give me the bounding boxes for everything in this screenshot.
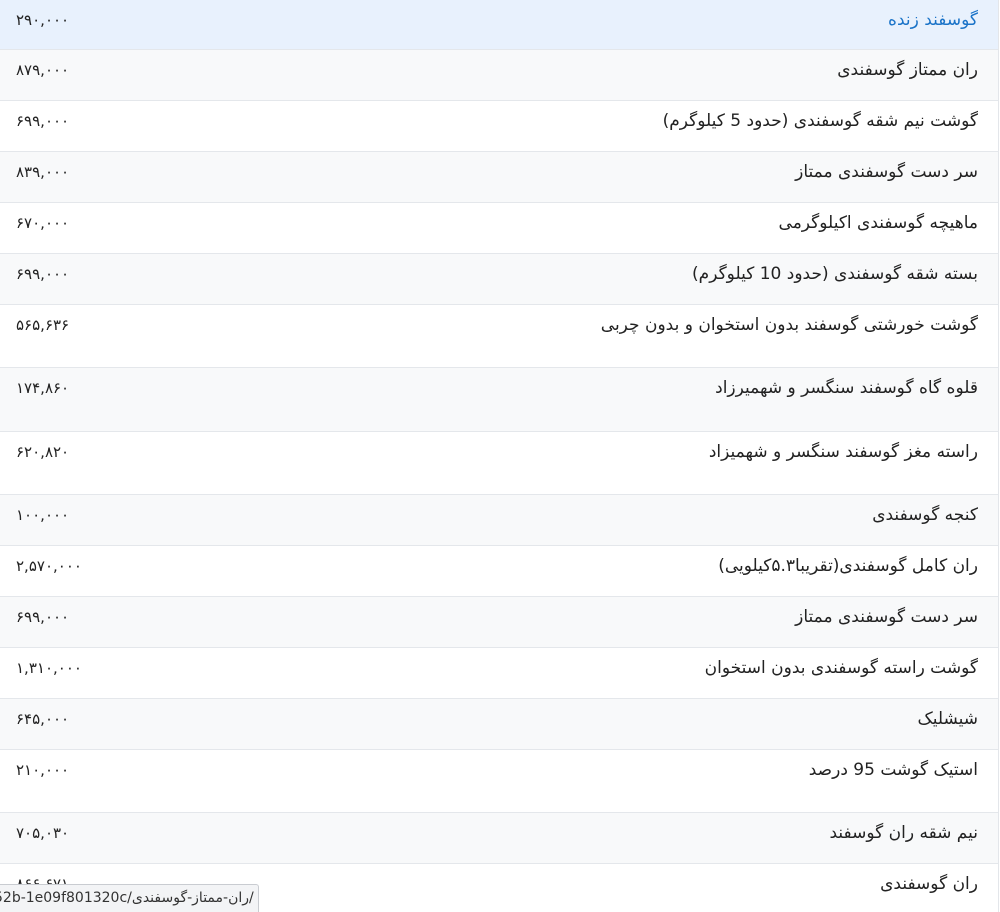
product-name: کنجه گوسفندی [872, 505, 978, 525]
product-price: ۶۹۹,۰۰۰ [16, 265, 70, 283]
product-price: ۶۴۵,۰۰۰ [16, 710, 70, 728]
table-row: ران کامل گوسفندی(تقریبا۵.۳کیلویی) ۲,۵۷۰,… [0, 546, 998, 597]
table-row: قلوه گاه گوسفند سنگسر و شهمیرزاد ۱۷۴,۸۶۰ [0, 368, 998, 432]
table-row: استیک گوشت 95 درصد ۲۱۰,۰۰۰ [0, 750, 998, 813]
product-price: ۲۱۰,۰۰۰ [16, 761, 70, 779]
product-name: گوشت نیم شقه گوسفندی (حدود 5 کیلوگرم) [662, 111, 978, 131]
product-name: ران کامل گوسفندی(تقریبا۵.۳کیلویی) [718, 556, 978, 576]
product-name: شیشلیک [917, 709, 978, 729]
table-row: سر دست گوسفندی ممتاز ۸۳۹,۰۰۰ [0, 152, 998, 203]
product-name: گوشت راسته گوسفندی بدون استخوان [704, 658, 978, 678]
product-name: بسته شقه گوسفندی (حدود 10 کیلوگرم) [692, 264, 978, 284]
product-price: ۷۰۵,۰۳۰ [16, 824, 70, 842]
table-row[interactable]: گوسفند زنده ۲۹۰,۰۰۰ [0, 0, 998, 50]
product-price: ۶۹۹,۰۰۰ [16, 112, 70, 130]
product-price: ۲,۵۷۰,۰۰۰ [16, 557, 82, 575]
product-name: ماهیچه گوسفندی اکیلوگرمی [778, 213, 978, 233]
table-row: گوشت نیم شقه گوسفندی (حدود 5 کیلوگرم) ۶۹… [0, 101, 998, 152]
status-url: 52b-1e09f801320c/ران-ممتاز-گوسفندی/ [0, 890, 254, 906]
product-name: گوشت خورشتی گوسفند بدون استخوان و بدون چ… [600, 315, 978, 335]
product-name: سر دست گوسفندی ممتاز [795, 162, 978, 182]
product-name: نیم شقه ران گوسفند [829, 823, 978, 843]
table-row: راسته مغز گوسفند سنگسر و شهمیزاد ۶۲۰,۸۲۰ [0, 432, 998, 495]
product-price: ۵۶۵,۶۳۶ [16, 316, 70, 334]
product-name-link[interactable]: گوسفند زنده [888, 10, 978, 30]
table-row: شیشلیک ۶۴۵,۰۰۰ [0, 699, 998, 750]
product-price: ۲۹۰,۰۰۰ [16, 11, 70, 29]
product-name: استیک گوشت 95 درصد [808, 760, 978, 780]
browser-status-bar: 52b-1e09f801320c/ران-ممتاز-گوسفندی/ [0, 884, 259, 912]
product-price: ۱۷۴,۸۶۰ [16, 379, 70, 397]
table-row: نیم شقه ران گوسفند ۷۰۵,۰۳۰ [0, 813, 998, 864]
table-row: گوشت خورشتی گوسفند بدون استخوان و بدون چ… [0, 305, 998, 368]
product-price: ۶۹۹,۰۰۰ [16, 608, 70, 626]
product-name: ران گوسفندی [880, 874, 978, 894]
product-price: ۶۲۰,۸۲۰ [16, 443, 70, 461]
table-row: گوشت راسته گوسفندی بدون استخوان ۱,۳۱۰,۰۰… [0, 648, 998, 699]
product-price: ۱,۳۱۰,۰۰۰ [16, 659, 82, 677]
product-price: ۸۳۹,۰۰۰ [16, 163, 70, 181]
table-row: بسته شقه گوسفندی (حدود 10 کیلوگرم) ۶۹۹,۰… [0, 254, 998, 305]
product-name: قلوه گاه گوسفند سنگسر و شهمیرزاد [715, 378, 978, 398]
table-row: کنجه گوسفندی ۱۰۰,۰۰۰ [0, 495, 998, 546]
product-name: ران ممتاز گوسفندی [837, 60, 978, 80]
table-row: سر دست گوسفندی ممتاز ۶۹۹,۰۰۰ [0, 597, 998, 648]
table-row: ران ممتاز گوسفندی ۸۷۹,۰۰۰ [0, 50, 998, 101]
product-name: راسته مغز گوسفند سنگسر و شهمیزاد [708, 442, 978, 462]
product-price: ۶۷۰,۰۰۰ [16, 214, 70, 232]
product-price: ۱۰۰,۰۰۰ [16, 506, 70, 524]
table-row: ماهیچه گوسفندی اکیلوگرمی ۶۷۰,۰۰۰ [0, 203, 998, 254]
product-price: ۸۷۹,۰۰۰ [16, 61, 70, 79]
product-name: سر دست گوسفندی ممتاز [795, 607, 978, 627]
price-table: گوسفند زنده ۲۹۰,۰۰۰ ران ممتاز گوسفندی ۸۷… [0, 0, 999, 912]
